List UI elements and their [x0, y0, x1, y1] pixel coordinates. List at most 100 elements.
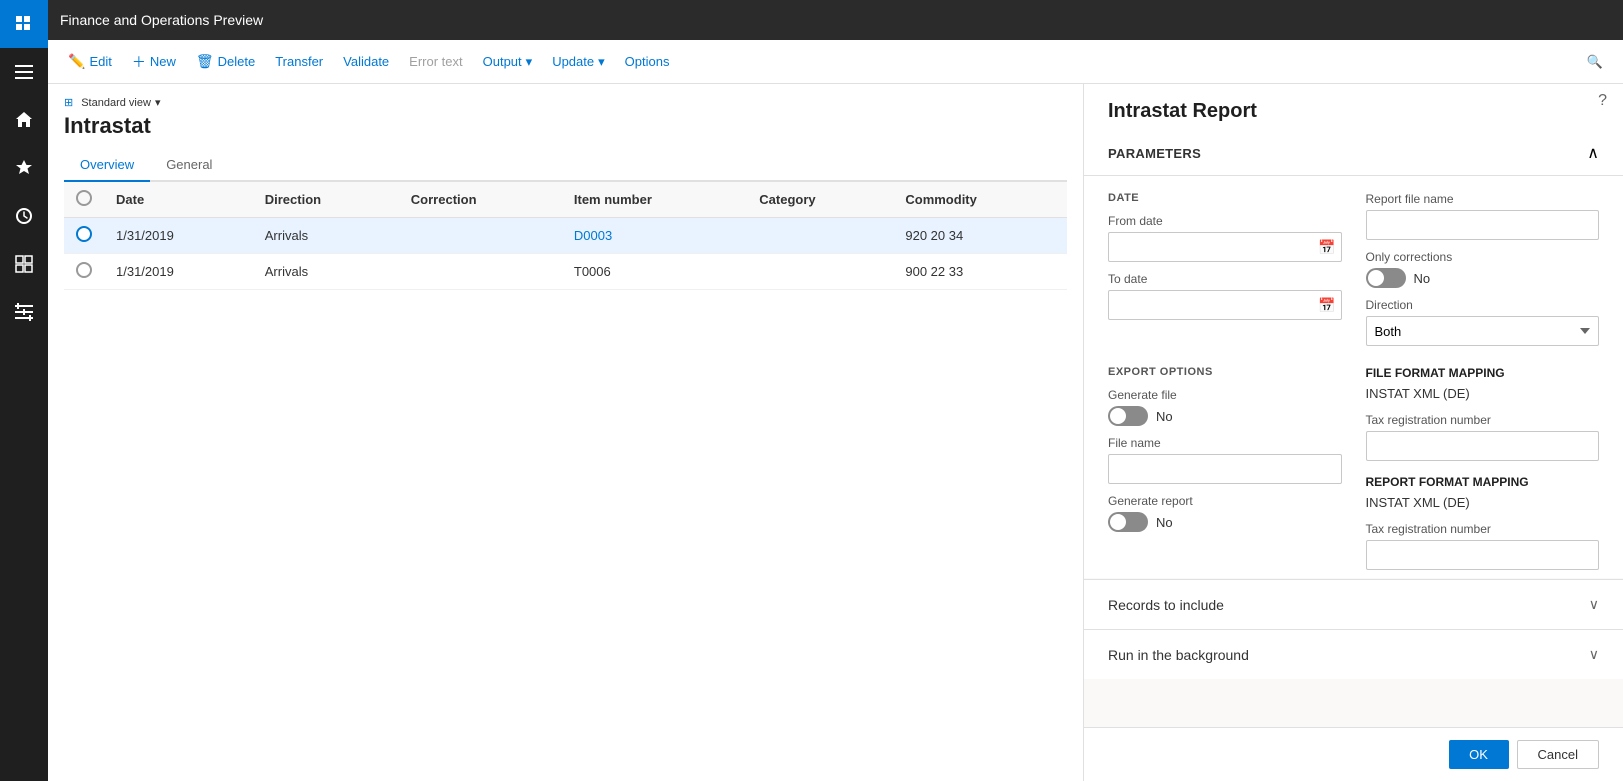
generate-report-group: Generate report No: [1108, 494, 1342, 532]
error-text-button[interactable]: Error text: [401, 50, 470, 73]
filter-icon: ⊞: [64, 96, 73, 109]
parameters-section-header[interactable]: Parameters ∧: [1084, 131, 1623, 176]
row-radio-cell: [64, 254, 104, 290]
report-format-tax-label: Tax registration number: [1366, 522, 1600, 536]
modules-icon[interactable]: [0, 240, 48, 288]
only-corrections-toggle-wrapper: No: [1366, 268, 1600, 288]
report-file-name-group: Report file name: [1366, 192, 1600, 240]
ok-button[interactable]: OK: [1449, 740, 1509, 769]
main-content: ⊞ Standard view ▾ Intrastat Overview Gen…: [48, 84, 1083, 781]
home-icon[interactable]: [0, 96, 48, 144]
generate-file-label: Generate file: [1108, 388, 1342, 402]
tab-overview[interactable]: Overview: [64, 151, 150, 182]
col-date[interactable]: Date: [104, 182, 253, 218]
to-date-input[interactable]: [1108, 290, 1342, 320]
generate-file-toggle[interactable]: [1108, 406, 1148, 426]
table-header-row: Date Direction Correction Item number Ca…: [64, 182, 1067, 218]
table-row[interactable]: 1/31/2019 Arrivals D0003 920 20 34: [64, 218, 1067, 254]
col-select: [64, 182, 104, 218]
cell-direction: Arrivals: [253, 218, 399, 254]
cell-date: 1/31/2019: [104, 218, 253, 254]
transfer-button[interactable]: Transfer: [267, 50, 331, 73]
table-container: Date Direction Correction Item number Ca…: [64, 182, 1067, 769]
records-to-include-chevron-icon: ∨: [1589, 596, 1599, 613]
cancel-button[interactable]: Cancel: [1517, 740, 1599, 769]
col-correction[interactable]: Correction: [399, 182, 562, 218]
parameters-section: Parameters ∧ DATE From date: [1084, 131, 1623, 578]
delete-icon: 🗑: [196, 53, 214, 70]
col-category[interactable]: Category: [747, 182, 893, 218]
toolbar: ✏️ Edit ＋ New 🗑 Delete Transfer Validate…: [48, 40, 1623, 84]
left-navigation: [0, 0, 48, 781]
recent-icon[interactable]: [0, 192, 48, 240]
direction-label: Direction: [1366, 298, 1600, 312]
panel-title: Intrastat Report: [1084, 84, 1623, 131]
only-corrections-toggle[interactable]: [1366, 268, 1406, 288]
col-direction[interactable]: Direction: [253, 182, 399, 218]
help-icon[interactable]: ?: [1598, 92, 1607, 110]
view-chevron-icon: ▾: [155, 96, 161, 109]
file-name-input[interactable]: [1108, 454, 1342, 484]
workspaces-icon[interactable]: [0, 288, 48, 336]
file-format-mapping-title: FILE FORMAT MAPPING: [1366, 366, 1600, 380]
file-format-tax-label: Tax registration number: [1366, 413, 1600, 427]
page-title: Intrastat: [64, 113, 1067, 139]
export-options-block: EXPORT OPTIONS Generate file No File nam…: [1108, 366, 1342, 570]
from-date-input[interactable]: [1108, 232, 1342, 262]
app-title: Finance and Operations Preview: [60, 12, 263, 28]
from-date-wrapper: 📅: [1108, 232, 1342, 262]
records-to-include-header[interactable]: Records to include ∨: [1084, 580, 1623, 629]
file-format-mapping-value: INSTAT XML (DE): [1366, 386, 1600, 401]
cell-category: [747, 254, 893, 290]
top-bar: Finance and Operations Preview: [48, 0, 1623, 40]
output-chevron-icon: ▾: [526, 54, 533, 70]
search-area: 🔍: [1579, 50, 1611, 74]
menu-icon[interactable]: [0, 48, 48, 96]
apps-icon[interactable]: [0, 0, 48, 48]
from-date-group: From date 📅: [1108, 214, 1342, 262]
cell-commodity: 900 22 33: [893, 254, 1067, 290]
run-in-background-title: Run in the background: [1108, 647, 1249, 663]
report-file-name-input[interactable]: [1366, 210, 1600, 240]
parameters-collapse-icon: ∧: [1587, 143, 1599, 163]
table-row[interactable]: 1/31/2019 Arrivals T0006 900 22 33: [64, 254, 1067, 290]
report-format-tax-input[interactable]: [1366, 540, 1600, 570]
report-file-name-label: Report file name: [1366, 192, 1600, 206]
delete-button[interactable]: 🗑 Delete: [188, 49, 263, 74]
cell-correction: [399, 218, 562, 254]
run-in-background-header[interactable]: Run in the background ∨: [1084, 630, 1623, 679]
run-in-background-chevron-icon: ∨: [1589, 646, 1599, 663]
edit-button[interactable]: ✏️ Edit: [60, 49, 120, 74]
date-block: DATE From date 📅 To date: [1108, 192, 1342, 346]
tab-general[interactable]: General: [150, 151, 228, 182]
options-button[interactable]: Options: [617, 50, 678, 73]
col-commodity[interactable]: Commodity: [893, 182, 1067, 218]
file-format-mapping-group: FILE FORMAT MAPPING INSTAT XML (DE) Tax …: [1366, 366, 1600, 461]
new-button[interactable]: ＋ New: [124, 48, 184, 76]
direction-group: Direction Both Arrivals Dispatches: [1366, 298, 1600, 346]
validate-button[interactable]: Validate: [335, 50, 397, 73]
file-name-group: File name: [1108, 436, 1342, 484]
cell-item-number[interactable]: D0003: [562, 218, 747, 254]
from-date-calendar-icon[interactable]: 📅: [1318, 239, 1335, 256]
new-icon: ＋: [132, 52, 146, 72]
tabs-container: Overview General: [64, 151, 1067, 182]
generate-file-toggle-wrapper: No: [1108, 406, 1342, 426]
generate-report-toggle[interactable]: [1108, 512, 1148, 532]
export-options-area: EXPORT OPTIONS Generate file No File nam…: [1108, 366, 1599, 578]
content-area: ⊞ Standard view ▾ Intrastat Overview Gen…: [48, 84, 1623, 781]
favorites-icon[interactable]: [0, 144, 48, 192]
output-button[interactable]: Output ▾: [475, 50, 541, 74]
col-item-number[interactable]: Item number: [562, 182, 747, 218]
row-radio-cell: [64, 218, 104, 254]
search-button[interactable]: 🔍: [1579, 50, 1611, 74]
direction-select[interactable]: Both Arrivals Dispatches: [1366, 316, 1600, 346]
cell-commodity: 920 20 34: [893, 218, 1067, 254]
file-format-tax-input[interactable]: [1366, 431, 1600, 461]
format-mapping-block: FILE FORMAT MAPPING INSTAT XML (DE) Tax …: [1366, 366, 1600, 570]
to-date-calendar-icon[interactable]: 📅: [1318, 297, 1335, 314]
to-date-label: To date: [1108, 272, 1342, 286]
update-button[interactable]: Update ▾: [544, 50, 612, 74]
view-selector[interactable]: ⊞ Standard view ▾: [64, 96, 1067, 109]
report-format-mapping-group: REPORT FORMAT MAPPING INSTAT XML (DE) Ta…: [1366, 475, 1600, 570]
